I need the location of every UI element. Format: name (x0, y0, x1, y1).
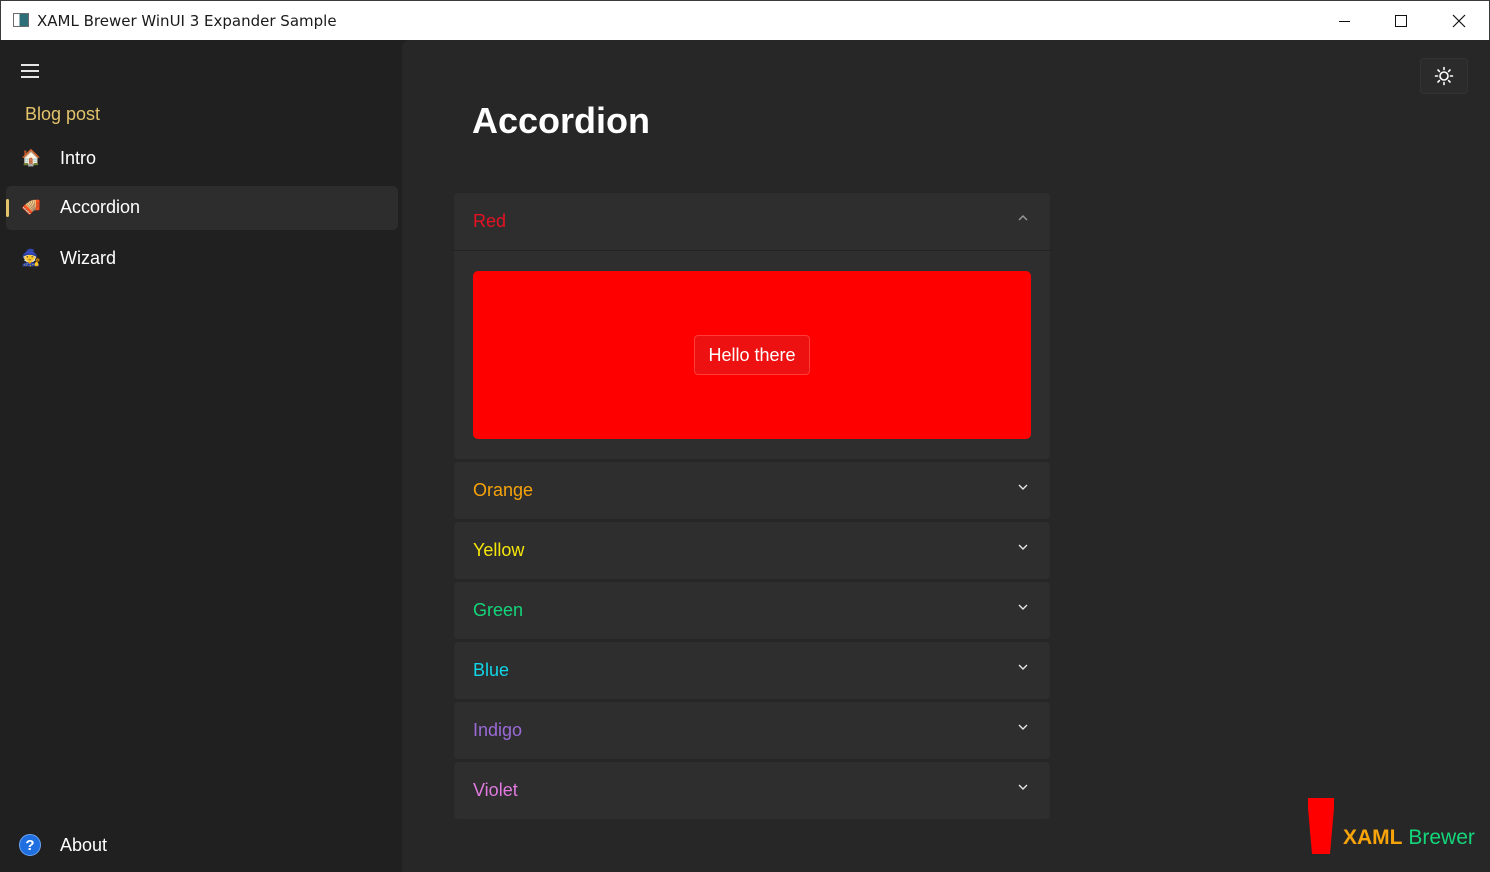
expander-label: Yellow (473, 540, 525, 560)
page-title: Accordion (472, 100, 651, 141)
expander-blue[interactable]: Blue (453, 641, 1051, 700)
chevron-down-icon (1018, 484, 1028, 490)
expander-orange[interactable]: Orange (453, 461, 1051, 520)
hamburger-menu-button[interactable] (21, 64, 41, 78)
expander-header-red[interactable]: Red (454, 193, 1050, 249)
expander-header-yellow[interactable]: Yellow (454, 522, 1050, 578)
expander-violet[interactable]: Violet (453, 761, 1051, 820)
beer-cup-logo-icon (1308, 798, 1334, 854)
accordion-icon: 🪗 (21, 199, 41, 216)
expander-header-indigo[interactable]: Indigo (454, 702, 1050, 758)
window-title: XAML Brewer WinUI 3 Expander Sample (37, 12, 337, 30)
expander-header-green[interactable]: Green (454, 582, 1050, 638)
hamburger-icon-line (21, 76, 39, 78)
minimize-icon (1338, 20, 1350, 22)
expander-label: Green (473, 600, 524, 620)
nav-item-label: Accordion (60, 197, 141, 217)
expander-divider (454, 250, 1050, 251)
house-icon: 🏠 (21, 150, 41, 167)
chevron-down-icon (1018, 724, 1028, 730)
expander-green[interactable]: Green (453, 581, 1051, 640)
nav-item-wizard[interactable]: 🧙 Wizard (6, 237, 398, 281)
expander-header-orange[interactable]: Orange (454, 462, 1050, 518)
nav-header-blog-post: Blog post (25, 104, 101, 124)
expander-header-violet[interactable]: Violet (454, 762, 1050, 818)
maximize-button[interactable] (1372, 1, 1430, 41)
chevron-down-icon (1018, 604, 1028, 610)
title-bar: XAML Brewer WinUI 3 Expander Sample (0, 0, 1490, 40)
hamburger-icon-line (21, 70, 39, 72)
expander-content-red: Hello there (473, 271, 1031, 439)
expander-indigo[interactable]: Indigo (453, 701, 1051, 760)
hello-there-button[interactable]: Hello there (694, 335, 810, 375)
chevron-down-icon (1018, 664, 1028, 670)
expander-red: Red Hello there (453, 192, 1051, 460)
chevron-down-icon (1018, 544, 1028, 550)
content-area: Accordion Red Hello there Orange Yellow … (402, 40, 1490, 872)
hamburger-icon (21, 64, 39, 66)
nav-item-about[interactable]: About (60, 835, 107, 856)
nav-item-intro[interactable]: 🏠 Intro (6, 137, 398, 181)
navigation-pane: Blog post 🏠 Intro 🪗 Accordion 🧙 Wizard ?… (1, 40, 402, 872)
selection-indicator (6, 199, 9, 217)
logo-word-xaml: XAML (1343, 826, 1403, 849)
expander-label: Violet (473, 780, 518, 800)
app-icon (13, 13, 29, 27)
nav-item-label: Wizard (60, 248, 117, 268)
xaml-brewer-logo-text: XAML Brewer (1343, 826, 1475, 850)
nav-item-label: Intro (60, 148, 97, 168)
expander-yellow[interactable]: Yellow (453, 521, 1051, 580)
theme-toggle-button[interactable] (1420, 58, 1468, 94)
sun-icon (1434, 66, 1454, 86)
minimize-button[interactable] (1315, 1, 1373, 41)
chevron-down-icon (1018, 784, 1028, 790)
close-button[interactable] (1430, 1, 1488, 41)
chevron-up-icon (1018, 215, 1028, 221)
expander-label: Blue (473, 660, 510, 680)
logo-word-brewer: Brewer (1408, 826, 1475, 849)
maximize-icon (1395, 15, 1407, 27)
close-icon (1452, 14, 1466, 28)
wizard-icon: 🧙 (21, 250, 41, 267)
expander-label: Indigo (473, 720, 523, 740)
expander-header-blue[interactable]: Blue (454, 642, 1050, 698)
expander-label: Red (473, 211, 507, 231)
nav-item-accordion[interactable]: 🪗 Accordion (6, 186, 398, 230)
question-icon[interactable]: ? (19, 834, 41, 856)
expander-label: Orange (473, 480, 534, 500)
